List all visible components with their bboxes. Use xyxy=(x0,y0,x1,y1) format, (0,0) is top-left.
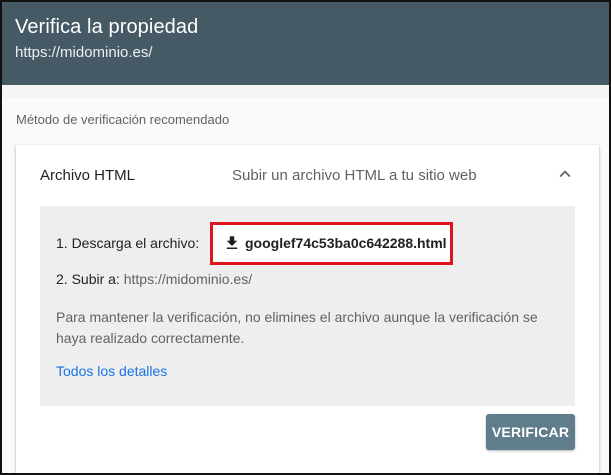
chevron-up-icon[interactable] xyxy=(554,163,576,185)
method-description: Subir un archivo HTML a tu sitio web xyxy=(232,167,477,184)
property-url: https://midominio.es/ xyxy=(15,44,153,61)
download-file-button[interactable]: googlef74c53ba0c642288.html xyxy=(210,222,453,265)
method-title: Archivo HTML xyxy=(40,167,136,184)
download-icon xyxy=(226,236,238,249)
dialog-header: Verifica la propiedad https://midominio.… xyxy=(2,2,609,85)
all-details-link[interactable]: Todos los detalles xyxy=(56,363,167,379)
step1-label: 1. Descarga el archivo: xyxy=(56,235,200,251)
step2: 2. Subir a: https://midominio.es/ xyxy=(56,271,252,287)
method-details-panel: 1. Descarga el archivo: googlef74c53ba0c… xyxy=(40,206,575,406)
dialog-body: Método de verificación recomendado Archi… xyxy=(2,98,609,473)
verify-button[interactable]: VERIFICAR xyxy=(486,414,575,450)
verification-dialog: Verifica la propiedad https://midominio.… xyxy=(0,0,611,475)
section-label: Método de verificación recomendado xyxy=(16,112,230,127)
step2-label: 2. Subir a: xyxy=(56,271,120,287)
method-card: Archivo HTML Subir un archivo HTML a tu … xyxy=(16,145,599,473)
dialog-title: Verifica la propiedad xyxy=(15,16,199,38)
step2-url: https://midominio.es/ xyxy=(123,271,253,287)
verification-note: Para mantener la verificación, no elimin… xyxy=(56,309,538,346)
download-filename: googlef74c53ba0c642288.html xyxy=(245,235,447,251)
